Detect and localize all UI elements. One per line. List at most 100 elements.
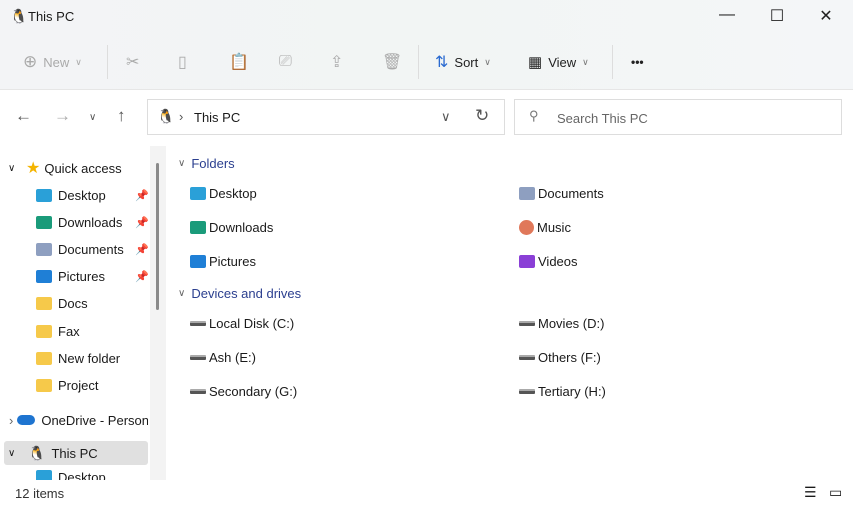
rename-icon[interactable]: ⎚	[279, 50, 292, 74]
cloud-icon	[17, 415, 36, 425]
address-bar[interactable]: 🐧 › This PC ∨ ↻	[147, 99, 505, 135]
sidebar-label: Project	[58, 377, 99, 393]
more-options-button[interactable]: •••	[631, 50, 644, 74]
minimize-button[interactable]: —	[712, 6, 742, 28]
download-icon	[36, 215, 52, 229]
sidebar-item-desktop[interactable]: Desktop 📌	[0, 183, 148, 207]
drive-item[interactable]: Secondary (G:)	[190, 384, 297, 399]
folder-icon	[36, 378, 52, 392]
sidebar-label: This PC	[51, 445, 98, 461]
chevron-down-icon: ∨	[8, 447, 16, 459]
view-label: View	[548, 54, 577, 70]
delete-icon[interactable]: 🗑	[382, 50, 402, 74]
drive-icon	[519, 321, 535, 326]
drive-icon	[519, 389, 535, 394]
pin-icon[interactable]: 📌	[135, 270, 148, 283]
folder-videos[interactable]: Videos	[519, 254, 578, 269]
recent-locations-button[interactable]: ∨	[89, 112, 96, 123]
tiles-view-icon[interactable]: ▭	[829, 484, 842, 501]
drive-item[interactable]: Ash (E:)	[190, 350, 256, 365]
sidebar-item-fax[interactable]: Fax	[0, 319, 148, 343]
drive-label: Others (F:)	[538, 350, 601, 365]
section-title: Devices and drives	[191, 286, 302, 301]
folder-label: Music	[537, 220, 571, 235]
drive-icon	[190, 389, 206, 394]
share-icon[interactable]: ⇪	[330, 50, 343, 74]
folders-section-header[interactable]: ∨ Folders	[178, 156, 235, 171]
folder-pictures[interactable]: Pictures	[190, 254, 256, 269]
folder-label: Videos	[538, 254, 578, 269]
drive-item[interactable]: Tertiary (H:)	[519, 384, 606, 399]
sidebar-item-docs[interactable]: Docs	[0, 292, 148, 316]
breadcrumb-this-pc[interactable]: This PC	[194, 110, 240, 125]
drive-item[interactable]: Others (F:)	[519, 350, 601, 365]
window-title: This PC	[28, 9, 75, 24]
copy-icon[interactable]: ▯	[178, 50, 187, 74]
folder-icon	[36, 324, 52, 338]
sidebar-item-documents[interactable]: Documents 📌	[0, 237, 148, 261]
pictures-icon	[36, 270, 52, 284]
sidebar-item-onedrive[interactable]: › OneDrive - Person	[0, 408, 148, 432]
sidebar-item-downloads[interactable]: Downloads 📌	[0, 210, 148, 234]
up-button[interactable]: ↑	[117, 106, 126, 126]
cut-icon[interactable]: ✂	[126, 50, 139, 74]
plus-circle-icon: ⊕	[23, 52, 38, 71]
sidebar-item-this-pc[interactable]: ∨ 🐧 This PC	[4, 441, 148, 465]
drives-section-header[interactable]: ∨ Devices and drives	[178, 286, 301, 301]
refresh-icon[interactable]: ↻	[475, 106, 489, 126]
paste-icon[interactable]: 📋	[229, 50, 249, 74]
folder-icon	[36, 351, 52, 365]
folder-music[interactable]: Music	[519, 220, 571, 235]
sidebar-label: Desktop	[58, 470, 106, 480]
drive-icon	[190, 321, 206, 326]
address-dropdown-icon[interactable]: ∨	[441, 109, 451, 125]
new-button[interactable]: ⊕ New ∨	[23, 50, 82, 74]
sidebar-item-new-folder[interactable]: New folder	[0, 346, 148, 370]
chevron-down-icon: ∨	[8, 162, 16, 174]
maximize-button[interactable]: ☐	[762, 6, 792, 28]
search-box[interactable]: ⚲ Search This PC	[514, 99, 842, 135]
download-icon	[190, 221, 206, 234]
section-title: Folders	[191, 156, 235, 171]
view-button[interactable]: ▦ View ∨	[528, 50, 589, 74]
desktop-icon	[36, 470, 52, 480]
divider	[612, 45, 613, 79]
sidebar-label: Fax	[58, 323, 80, 339]
pin-icon[interactable]: 📌	[135, 216, 148, 229]
this-pc-icon: 🐧	[28, 444, 46, 461]
drive-item[interactable]: Local Disk (C:)	[190, 316, 294, 331]
sidebar-label: New folder	[58, 350, 121, 366]
drive-icon	[190, 355, 206, 360]
forward-button[interactable]: →	[54, 106, 71, 126]
drive-label: Tertiary (H:)	[538, 384, 606, 399]
star-icon: ★	[26, 160, 41, 177]
folder-icon	[36, 297, 52, 311]
sidebar-item-this-pc-desktop[interactable]: Desktop	[0, 470, 148, 480]
back-button[interactable]: ←	[15, 106, 32, 126]
drive-icon	[519, 355, 535, 360]
sidebar-label: Downloads	[58, 214, 123, 230]
sort-button[interactable]: ⇅ Sort ∨	[435, 50, 491, 74]
sidebar-label: Pictures	[58, 269, 105, 285]
scrollbar-thumb[interactable]	[156, 163, 159, 310]
chevron-down-icon: ∨	[582, 56, 589, 67]
details-view-icon[interactable]: ☰	[804, 484, 817, 501]
folder-desktop[interactable]: Desktop	[190, 186, 257, 201]
close-button[interactable]: ✕	[811, 6, 841, 28]
pin-icon[interactable]: 📌	[135, 243, 148, 256]
pin-icon[interactable]: 📌	[135, 189, 148, 202]
chevron-right-icon: ›	[9, 412, 14, 428]
sidebar-item-project[interactable]: Project	[0, 373, 148, 397]
search-input[interactable]: Search This PC	[557, 111, 648, 126]
sidebar-item-pictures[interactable]: Pictures 📌	[0, 265, 148, 289]
chevron-down-icon: ∨	[178, 288, 186, 299]
folder-label: Pictures	[209, 254, 256, 269]
new-label: New	[43, 54, 70, 70]
music-icon	[519, 220, 534, 235]
folder-downloads[interactable]: Downloads	[190, 220, 273, 235]
sidebar-label: Quick access	[44, 160, 122, 176]
sidebar-item-quick-access[interactable]: ∨ ★ Quick access	[0, 156, 148, 180]
drive-item[interactable]: Movies (D:)	[519, 316, 604, 331]
sort-icon: ⇅	[435, 54, 449, 71]
folder-documents[interactable]: Documents	[519, 186, 604, 201]
